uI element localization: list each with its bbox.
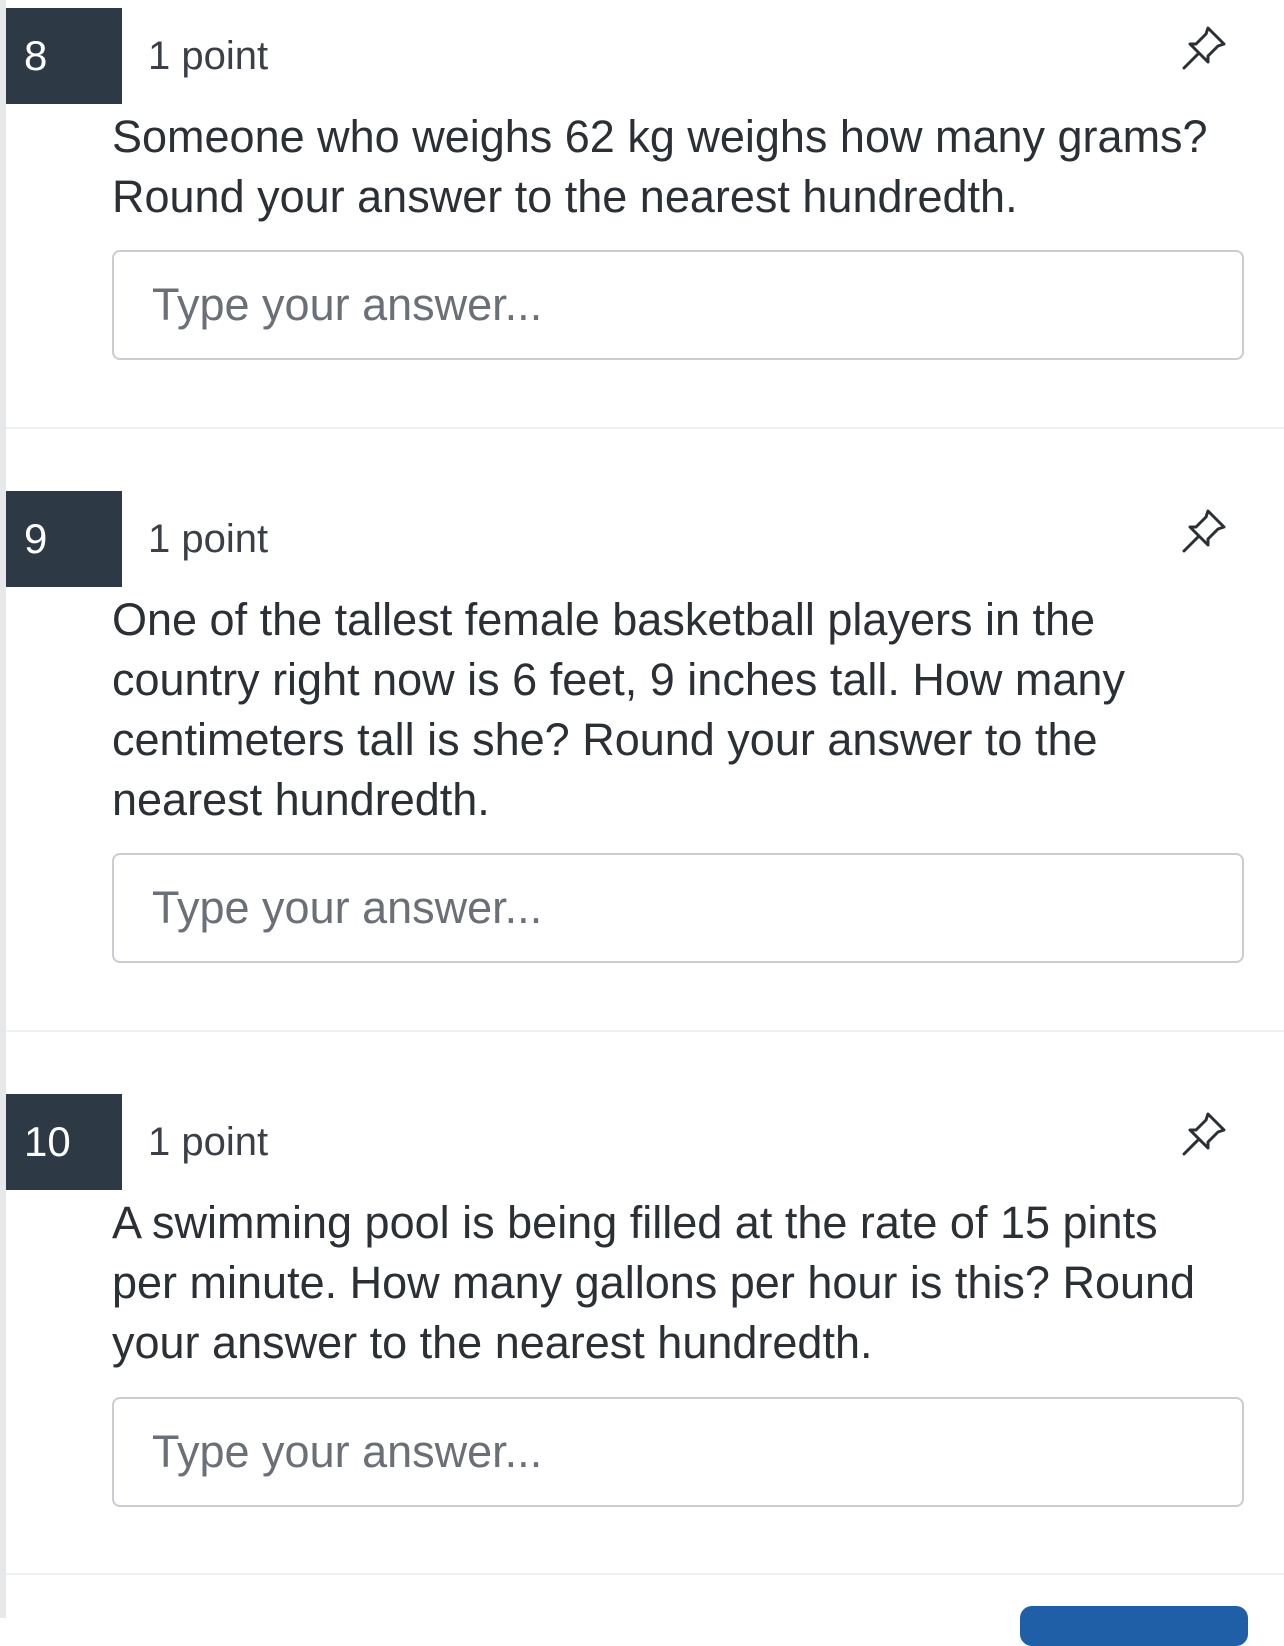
pushpin-icon[interactable] [1178, 1108, 1230, 1160]
question-points: 1 point [148, 34, 269, 78]
question-text: Someone who weighs 62 kg weighs how many… [112, 111, 1208, 222]
answer-input[interactable] [112, 250, 1244, 360]
answer-input[interactable] [112, 853, 1244, 963]
left-rule [0, 0, 6, 1618]
submit-button[interactable] [1020, 1606, 1248, 1646]
question-divider [6, 427, 1284, 429]
question-text: A swimming pool is being filled at the r… [112, 1197, 1196, 1368]
question-points: 1 point [148, 1120, 269, 1164]
question-number-badge: 9 [6, 491, 122, 587]
question-points: 1 point [148, 517, 269, 561]
pushpin-icon[interactable] [1178, 22, 1230, 74]
question-divider [6, 1030, 1284, 1032]
pushpin-icon[interactable] [1178, 505, 1230, 557]
answer-input[interactable] [112, 1397, 1244, 1507]
question-number-badge: 10 [6, 1094, 122, 1190]
question-number-badge: 8 [6, 8, 122, 104]
question-divider [6, 1573, 1284, 1575]
question-text: One of the tallest female basketball pla… [112, 594, 1125, 825]
